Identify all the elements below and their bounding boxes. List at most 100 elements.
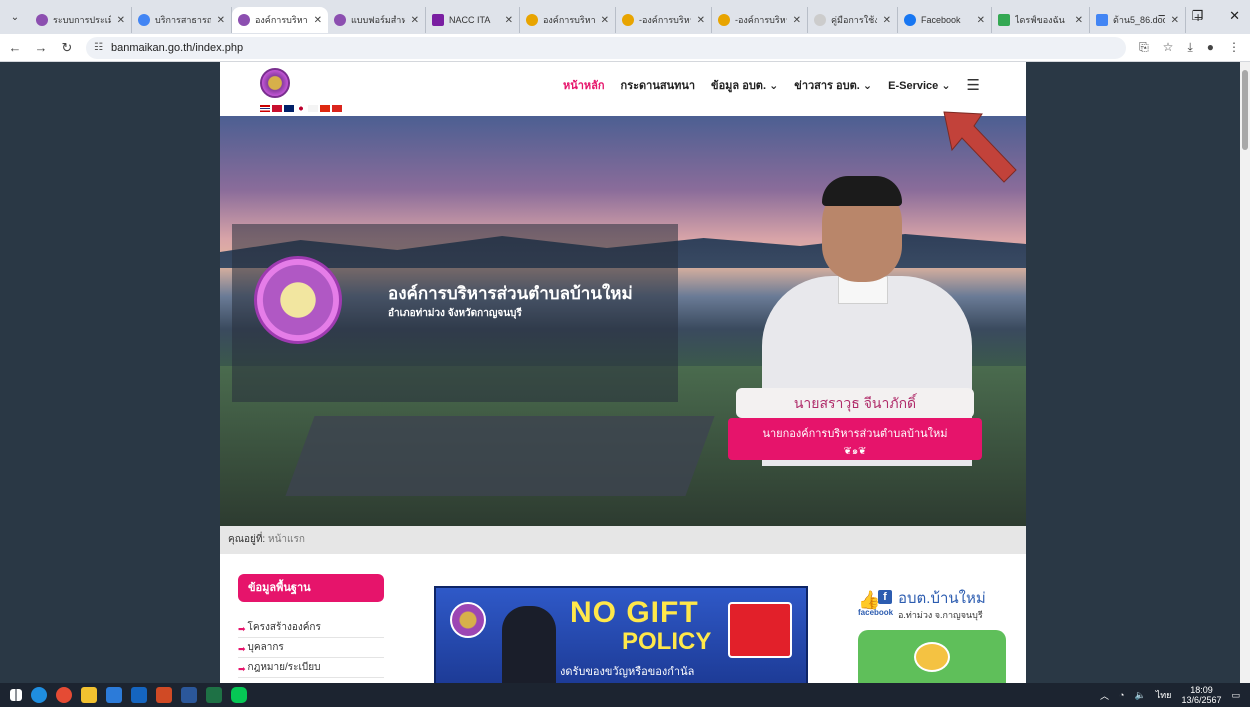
close-tab-icon[interactable]: ✕ (117, 15, 125, 26)
tab-search-icon[interactable]: ⌄ (6, 8, 24, 26)
no-gift-policy-banner[interactable]: NO GIFT POLICY งดรับของขวัญหรือของกำนัล (434, 586, 808, 683)
tab-favicon-icon (334, 14, 346, 26)
browser-tab[interactable]: บริการสาธารณ ✕ (132, 7, 232, 33)
powerpoint-icon[interactable] (156, 687, 172, 703)
mail-icon[interactable] (131, 687, 147, 703)
close-tab-icon[interactable]: ✕ (977, 15, 985, 26)
excel-icon[interactable] (206, 687, 222, 703)
toolbar-actions: ⎘ ☆ ⤓ ● ⋮ (1139, 40, 1240, 55)
browser-tab[interactable]: แบบฟอร์มสำหรั ✕ (328, 7, 426, 33)
browser-menu-icon[interactable]: ⋮ (1228, 40, 1240, 55)
page-scrollbar[interactable] (1240, 62, 1250, 683)
nav-forum[interactable]: กระดานสนทนา (621, 76, 696, 94)
hero-banner: องค์การบริหารส่วนตำบลบ้านใหม่ อำเภอท่าม่… (220, 116, 1026, 526)
hero-road (285, 416, 715, 496)
start-icon[interactable] (10, 689, 22, 701)
translate-icon[interactable]: ⎘ (1139, 40, 1149, 55)
edge-icon[interactable] (31, 687, 47, 703)
arrow-bullet-icon: ➡ (238, 644, 246, 654)
close-tab-icon[interactable]: ✕ (314, 15, 322, 26)
close-tab-icon[interactable]: ✕ (697, 15, 705, 26)
network-icon[interactable]: ◔ (1119, 690, 1124, 700)
close-tab-icon[interactable]: ✕ (217, 15, 225, 26)
arrow-bullet-icon: ➡ (238, 624, 246, 634)
site-info-icon[interactable]: ☷ (94, 42, 103, 53)
breadcrumb-current[interactable]: หน้าแรก (268, 534, 305, 545)
close-window-icon[interactable]: ✕ (1229, 8, 1240, 24)
store-icon[interactable] (106, 687, 122, 703)
facebook-link[interactable]: 👍 f อบต.บ้านใหม่ facebook อ.ท่าม่วง จ.กา… (852, 586, 1012, 626)
chevron-down-icon: ⌄ (862, 80, 873, 92)
site-logo[interactable] (260, 68, 290, 98)
clock[interactable]: 18:09 13/6/2567 (1181, 685, 1221, 705)
org-name: องค์การบริหารส่วนตำบลบ้านใหม่ (388, 284, 633, 303)
chevron-down-icon: ⌄ (941, 79, 951, 92)
maximize-icon[interactable]: ❐ (1191, 8, 1203, 24)
scrollbar-thumb[interactable] (1242, 70, 1248, 150)
close-tab-icon[interactable]: ✕ (1075, 15, 1083, 26)
back-icon[interactable]: ← (4, 40, 26, 55)
file-explorer-icon[interactable] (81, 687, 97, 703)
drive-icon (998, 14, 1010, 26)
reload-icon[interactable]: ↻ (56, 40, 78, 56)
notification-icon[interactable]: ▭ (1231, 690, 1240, 701)
close-tab-icon[interactable]: ✕ (793, 15, 801, 26)
browser-tab-active[interactable]: องค์การบริหาร ✕ (232, 7, 328, 33)
clock-time: 18:09 (1190, 685, 1213, 695)
language-indicator[interactable]: ไทย (1156, 688, 1172, 702)
bookmark-star-icon[interactable]: ☆ (1163, 40, 1174, 55)
flag-japan-icon[interactable] (296, 105, 306, 112)
ornament: ❦๑❦ (843, 446, 867, 457)
browser-tab[interactable]: องค์การบริหาร ✕ (520, 7, 616, 33)
nav-info[interactable]: ข้อมูล อบต. ⌄ (711, 76, 778, 94)
sidebar-item-personnel[interactable]: ➡ บุคลากร (238, 638, 384, 658)
browser-tab[interactable]: คู่มือการใช้งาน ✕ (808, 7, 898, 33)
language-flags (260, 105, 342, 112)
minimize-icon[interactable]: − (1158, 8, 1166, 24)
flag-vietnam-icon[interactable] (332, 105, 342, 112)
tab-title: ระบบการประเมิ (53, 15, 111, 25)
sidebar-item-law[interactable]: ➡ กฎหมาย/ระเบียบ (238, 658, 384, 678)
hamburger-menu-icon[interactable]: ☰ (967, 76, 980, 94)
flag-thai-icon[interactable] (260, 105, 270, 112)
browser-tab[interactable]: ระบบการประเมิ ✕ (30, 7, 132, 33)
nav-home[interactable]: หน้าหลัก (563, 76, 605, 94)
banner-line1: NO GIFT (570, 596, 699, 629)
close-tab-icon[interactable]: ✕ (411, 15, 419, 26)
profile-avatar-icon[interactable]: ● (1207, 40, 1214, 55)
download-icon[interactable]: ⤓ (1187, 40, 1192, 55)
browser-tab[interactable]: NACC ITA ✕ (426, 7, 520, 33)
browser-tab[interactable]: -องค์การบริหา ✕ (712, 7, 808, 33)
browser-tab[interactable]: Facebook ✕ (898, 7, 992, 33)
forward-icon[interactable]: → (30, 40, 52, 55)
flag-china-icon[interactable] (320, 105, 330, 112)
chevron-down-icon: ⌄ (769, 80, 779, 92)
browser-toolbar: ← → ↻ ☷ banmaikan.go.th/index.php ⎘ ☆ ⤓ … (0, 34, 1250, 62)
browser-tab[interactable]: -องค์การบริหา ✕ (616, 7, 712, 33)
browser-tab-strip: ⌄ ระบบการประเมิ ✕ บริการสาธารณ ✕ องค์การ… (0, 0, 1250, 34)
browser-tab[interactable]: ไดรฟ์ของฉัน ✕ (992, 7, 1090, 33)
red-arrow-annotation (943, 111, 1017, 183)
close-tab-icon[interactable]: ✕ (883, 15, 891, 26)
nav-news[interactable]: ข่าวสาร อบต. ⌄ (794, 76, 872, 94)
word-icon[interactable] (181, 687, 197, 703)
flag-korea-icon[interactable] (308, 105, 318, 112)
flag-uk-icon[interactable] (284, 105, 294, 112)
windows-taskbar: ︿ ◔ 🔈 ไทย 18:09 13/6/2567 ▭ (0, 683, 1250, 707)
tab-title: NACC ITA (449, 15, 491, 25)
address-bar[interactable]: ☷ banmaikan.go.th/index.php (86, 36, 1126, 59)
nav-eservice[interactable]: E-Service ⌄ (888, 79, 950, 92)
mayor-name: นายสราวุธ จีนาภักดิ์ (736, 388, 974, 418)
close-tab-icon[interactable]: ✕ (601, 15, 609, 26)
chrome-icon[interactable] (56, 687, 72, 703)
close-tab-icon[interactable]: ✕ (505, 15, 513, 26)
sidebar-item-structure[interactable]: ➡ โครงสร้างองค์กร (238, 618, 384, 638)
tray-chevron-icon[interactable]: ︿ (1100, 689, 1109, 702)
org-emblem (254, 256, 342, 344)
flag-red-icon[interactable] (272, 105, 282, 112)
volume-icon[interactable]: 🔈 (1134, 690, 1145, 701)
line-icon[interactable] (231, 687, 247, 703)
eservice-card[interactable] (858, 630, 1006, 683)
tab-favicon-icon (526, 14, 538, 26)
sidebar-list: ➡ โครงสร้างองค์กร ➡ บุคลากร ➡ กฎหมาย/ระเบีย… (238, 618, 384, 678)
